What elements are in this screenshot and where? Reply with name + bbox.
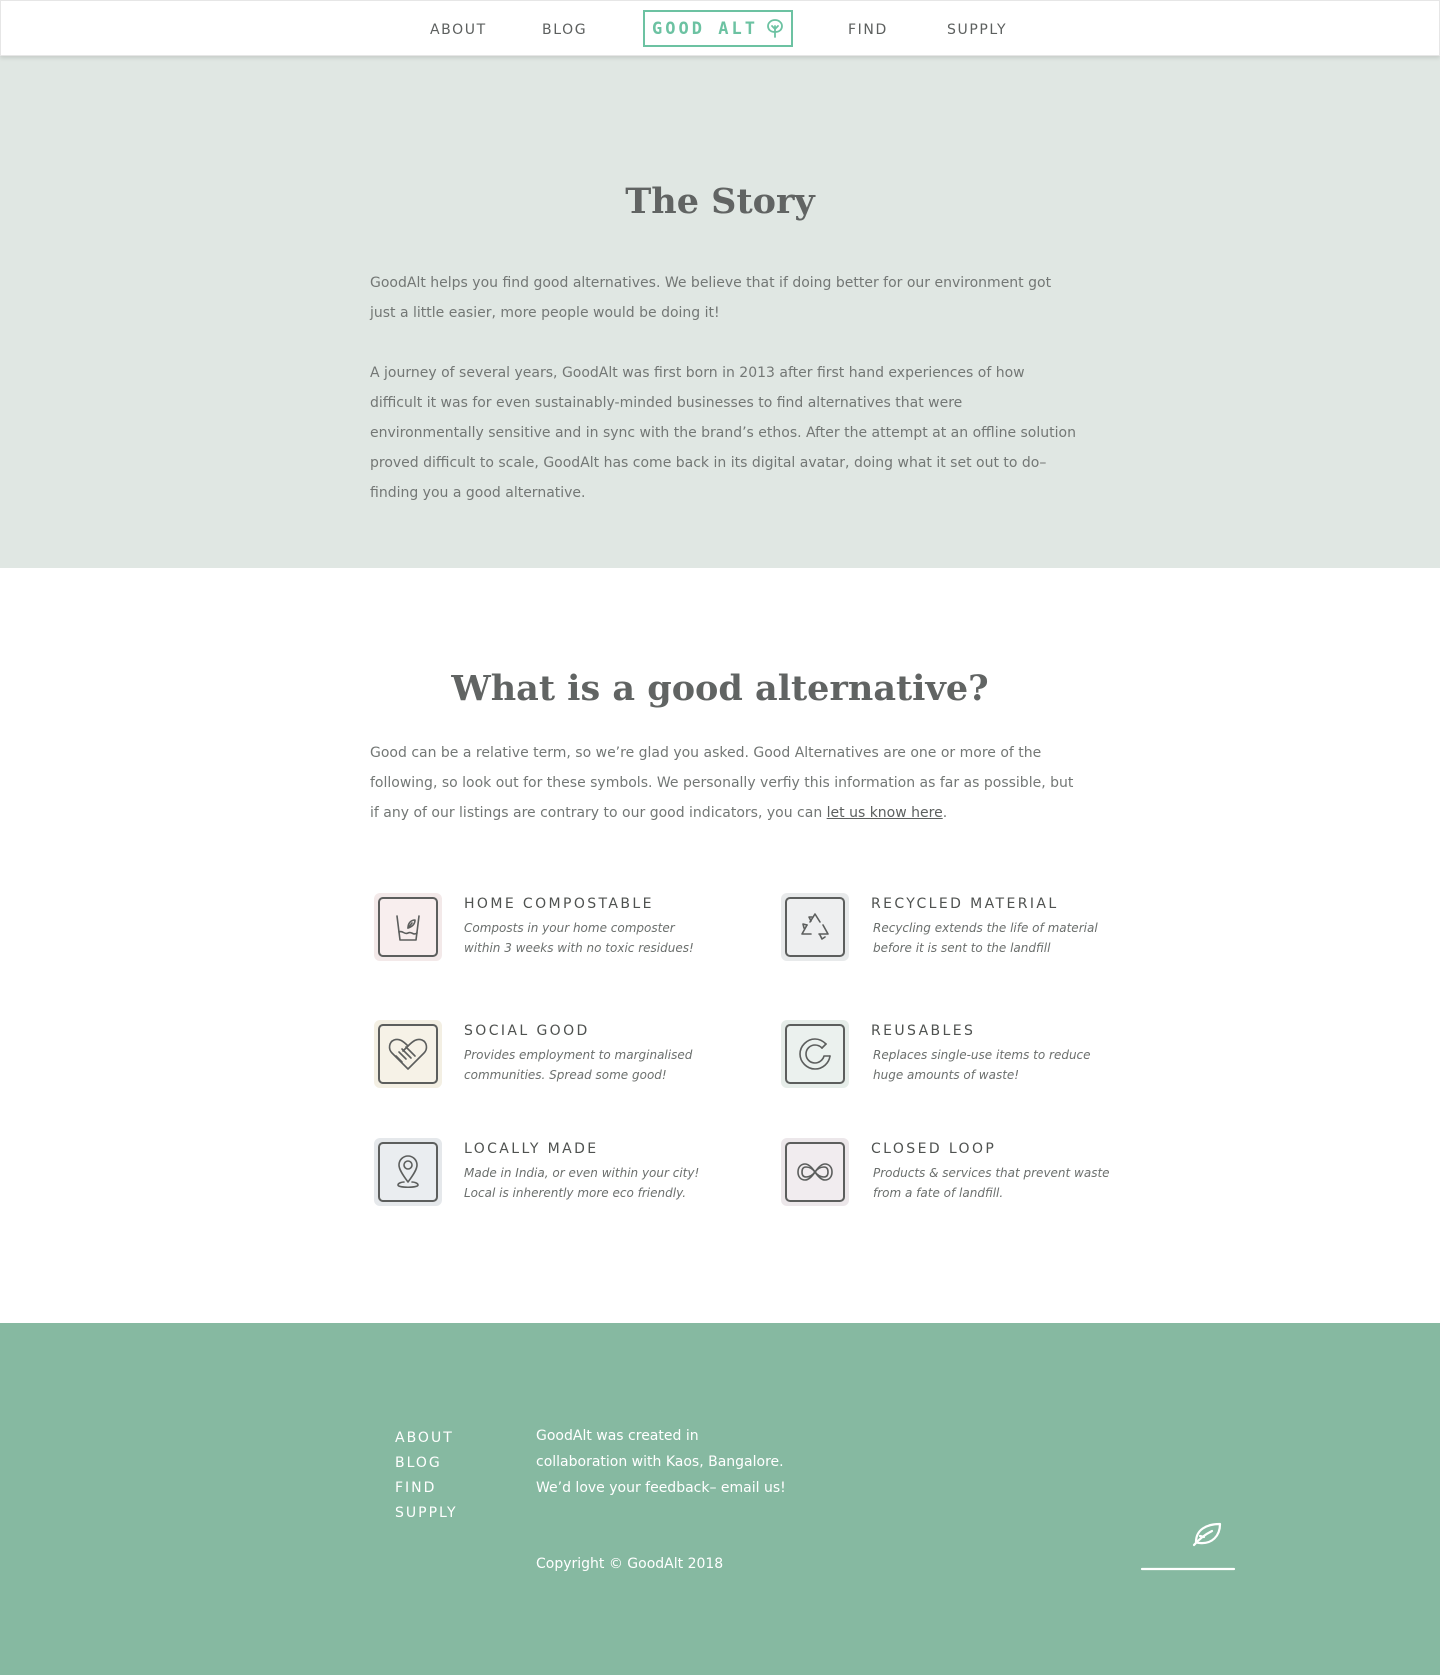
feature-icon-box (781, 1138, 849, 1206)
alternative-intro-text: Good can be a relative term, so we’re gl… (370, 745, 1074, 821)
feature-title: RECYCLED MATERIAL (871, 896, 1059, 912)
footer-nav-blog[interactable]: BLOG (395, 1451, 458, 1476)
let-us-know-link[interactable]: let us know here (827, 805, 943, 821)
feature-icon-box (781, 893, 849, 961)
compost-icon (396, 915, 420, 941)
footer-nav: ABOUT BLOG FIND SUPPLY (395, 1426, 458, 1526)
leaf-icon (1140, 1522, 1236, 1571)
footer-nav-supply[interactable]: SUPPLY (395, 1501, 458, 1526)
feature-locally-made: LOCALLY MADE Made in India, or even with… (370, 1138, 710, 1218)
story-title: The Story (625, 181, 815, 222)
story-section: The Story GoodAlt helps you find good al… (0, 56, 1440, 568)
feature-description: Recycling extends the life of material b… (873, 921, 1098, 955)
footer-about-text: GoodAlt was created in collaboration wit… (536, 1428, 786, 1496)
feature-recycled-material: RECYCLED MATERIAL Recycling extends the … (777, 893, 1117, 973)
story-paragraph-1: GoodAlt helps you find good alternatives… (370, 275, 1052, 321)
alternative-section: What is a good alternative? Good can be … (0, 568, 1440, 1323)
footer-copyright: Copyright © GoodAlt 2018 (536, 1556, 724, 1572)
feature-description: Composts in your home composter within 3… (464, 921, 694, 955)
recycle-icon (801, 913, 829, 940)
alternative-intro-end: . (942, 805, 948, 821)
infinity-icon (797, 1163, 833, 1181)
feature-description: Provides employment to marginalised comm… (464, 1048, 693, 1082)
feature-title: CLOSED LOOP (871, 1141, 997, 1157)
location-pin-icon (397, 1155, 419, 1189)
feature-title: LOCALLY MADE (464, 1141, 599, 1157)
feature-icon-box (374, 1138, 442, 1206)
nav-supply[interactable]: SUPPLY (947, 22, 1007, 38)
feature-description: Products & services that prevent waste f… (873, 1166, 1110, 1200)
logo-home-link[interactable]: GOOD ALT (643, 10, 793, 47)
feature-description: Made in India, or even within your city!… (464, 1166, 700, 1200)
alternative-title: What is a good alternative? (451, 668, 989, 709)
story-paragraph-2: A journey of several years, GoodAlt was … (370, 365, 1076, 501)
feature-closed-loop: CLOSED LOOP Products & services that pre… (777, 1138, 1117, 1218)
feature-title: REUSABLES (871, 1023, 976, 1039)
feature-title: HOME COMPOSTABLE (464, 896, 654, 912)
reuse-arrow-icon (799, 1038, 831, 1070)
heart-handshake-icon (388, 1038, 428, 1070)
alternative-intro: Good can be a relative term, so we’re gl… (370, 738, 1080, 828)
footer-nav-find[interactable]: FIND (395, 1476, 458, 1501)
footer: ABOUT BLOG FIND SUPPLY GoodAlt was creat… (0, 1323, 1440, 1675)
nav-about[interactable]: ABOUT (430, 22, 487, 38)
footer-nav-about[interactable]: ABOUT (395, 1426, 458, 1451)
feature-title: SOCIAL GOOD (464, 1023, 590, 1039)
logo-text: GOOD ALT (652, 18, 758, 39)
feature-social-good: SOCIAL GOOD Provides employment to margi… (370, 1020, 710, 1100)
nav-find[interactable]: FIND (848, 22, 888, 38)
feature-icon-box (374, 893, 442, 961)
feature-description: Replaces single-use items to reduce huge… (873, 1048, 1091, 1082)
nav-blog[interactable]: BLOG (542, 22, 587, 38)
feature-reusables: REUSABLES Replaces single-use items to r… (777, 1020, 1117, 1100)
feature-icon-box (374, 1020, 442, 1088)
top-nav: ABOUT BLOG GOOD ALT FIND SUPPLY (0, 0, 1440, 56)
feature-icon-box (781, 1020, 849, 1088)
leaf-logo-icon (767, 18, 783, 38)
feature-home-compostable: HOME COMPOSTABLE Composts in your home c… (370, 893, 710, 973)
